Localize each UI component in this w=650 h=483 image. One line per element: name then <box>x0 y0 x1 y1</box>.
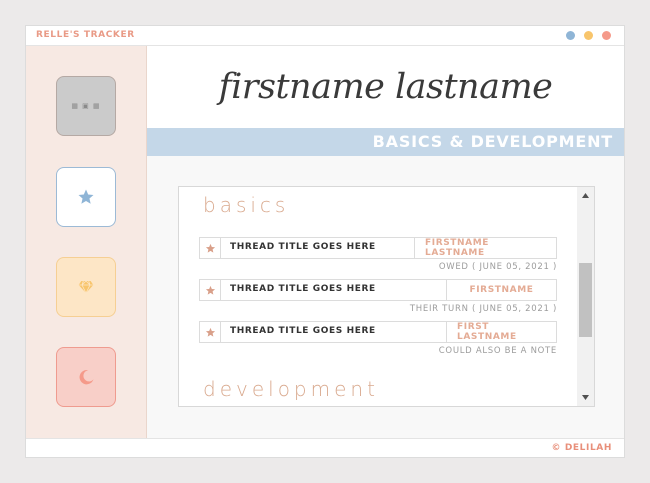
thread-title-link[interactable]: THREAD TITLE GOES HERE <box>230 242 376 252</box>
scroll-up-button[interactable] <box>577 187 594 204</box>
thread-row: THREAD TITLE GOES HERE FIRST LASTNAME <box>199 321 557 343</box>
thread-status: OWED ( JUNE 05, 2021 ) <box>438 262 557 272</box>
chevron-up-icon <box>582 193 589 198</box>
sidebar-item-moon[interactable] <box>56 347 116 407</box>
tracker-window: RELLE'S TRACKER ▦ ▣ ▦ firstname lastname <box>25 25 625 458</box>
grid-icon: ▦ ▣ ▦ <box>71 102 101 110</box>
credit-link[interactable]: © DELILAH <box>552 443 612 453</box>
star-icon <box>205 243 215 253</box>
sidebar-item-star[interactable] <box>56 167 116 227</box>
partner-link[interactable]: FIRSTNAME LASTNAME <box>414 238 556 258</box>
thread-row: THREAD TITLE GOES HERE FIRSTNAME LASTNAM… <box>199 237 557 259</box>
diamond-icon <box>78 280 94 294</box>
title-bar: RELLE'S TRACKER <box>26 26 624 46</box>
thread-panel[interactable]: basics THREAD TITLE GOES HERE FIRSTNAME … <box>178 186 595 407</box>
panel-scrollbar[interactable] <box>577 187 594 406</box>
chevron-down-icon <box>582 395 589 400</box>
character-name: firstname lastname <box>218 67 553 107</box>
thread-row: THREAD TITLE GOES HERE FIRSTNAME <box>199 279 557 301</box>
sidebar: ▦ ▣ ▦ <box>26 46 147 438</box>
scrollbar-thumb[interactable] <box>579 263 592 337</box>
app-title: RELLE'S TRACKER <box>36 30 135 40</box>
star-icon <box>205 327 215 337</box>
red-dot-button[interactable] <box>602 31 611 40</box>
star-cell <box>200 322 221 342</box>
section-title-development: development <box>203 377 379 401</box>
blue-dot-button[interactable] <box>566 31 575 40</box>
section-banner: BASICS & DEVELOPMENT <box>147 128 624 156</box>
thread-title-link[interactable]: THREAD TITLE GOES HERE <box>230 326 376 336</box>
scroll-down-button[interactable] <box>577 389 594 406</box>
partner-link[interactable]: FIRST LASTNAME <box>446 322 556 342</box>
star-cell <box>200 280 221 300</box>
thread-status: THEIR TURN ( JUNE 05, 2021 ) <box>409 304 557 314</box>
content-area: basics THREAD TITLE GOES HERE FIRSTNAME … <box>147 156 624 438</box>
star-icon <box>78 189 94 204</box>
star-icon <box>205 285 215 295</box>
sidebar-item-grid[interactable]: ▦ ▣ ▦ <box>56 76 116 136</box>
banner-title: BASICS & DEVELOPMENT <box>372 132 613 151</box>
thread-status: COULD ALSO BE A NOTE <box>438 346 557 356</box>
section-title-basics: basics <box>203 193 290 217</box>
header: firstname lastname <box>147 46 624 128</box>
partner-link[interactable]: FIRSTNAME <box>446 280 556 300</box>
star-cell <box>200 238 221 258</box>
footer: © DELILAH <box>26 438 624 457</box>
thread-title-link[interactable]: THREAD TITLE GOES HERE <box>230 284 376 294</box>
yellow-dot-button[interactable] <box>584 31 593 40</box>
moon-icon <box>79 370 94 385</box>
sidebar-item-diamond[interactable] <box>56 257 116 317</box>
